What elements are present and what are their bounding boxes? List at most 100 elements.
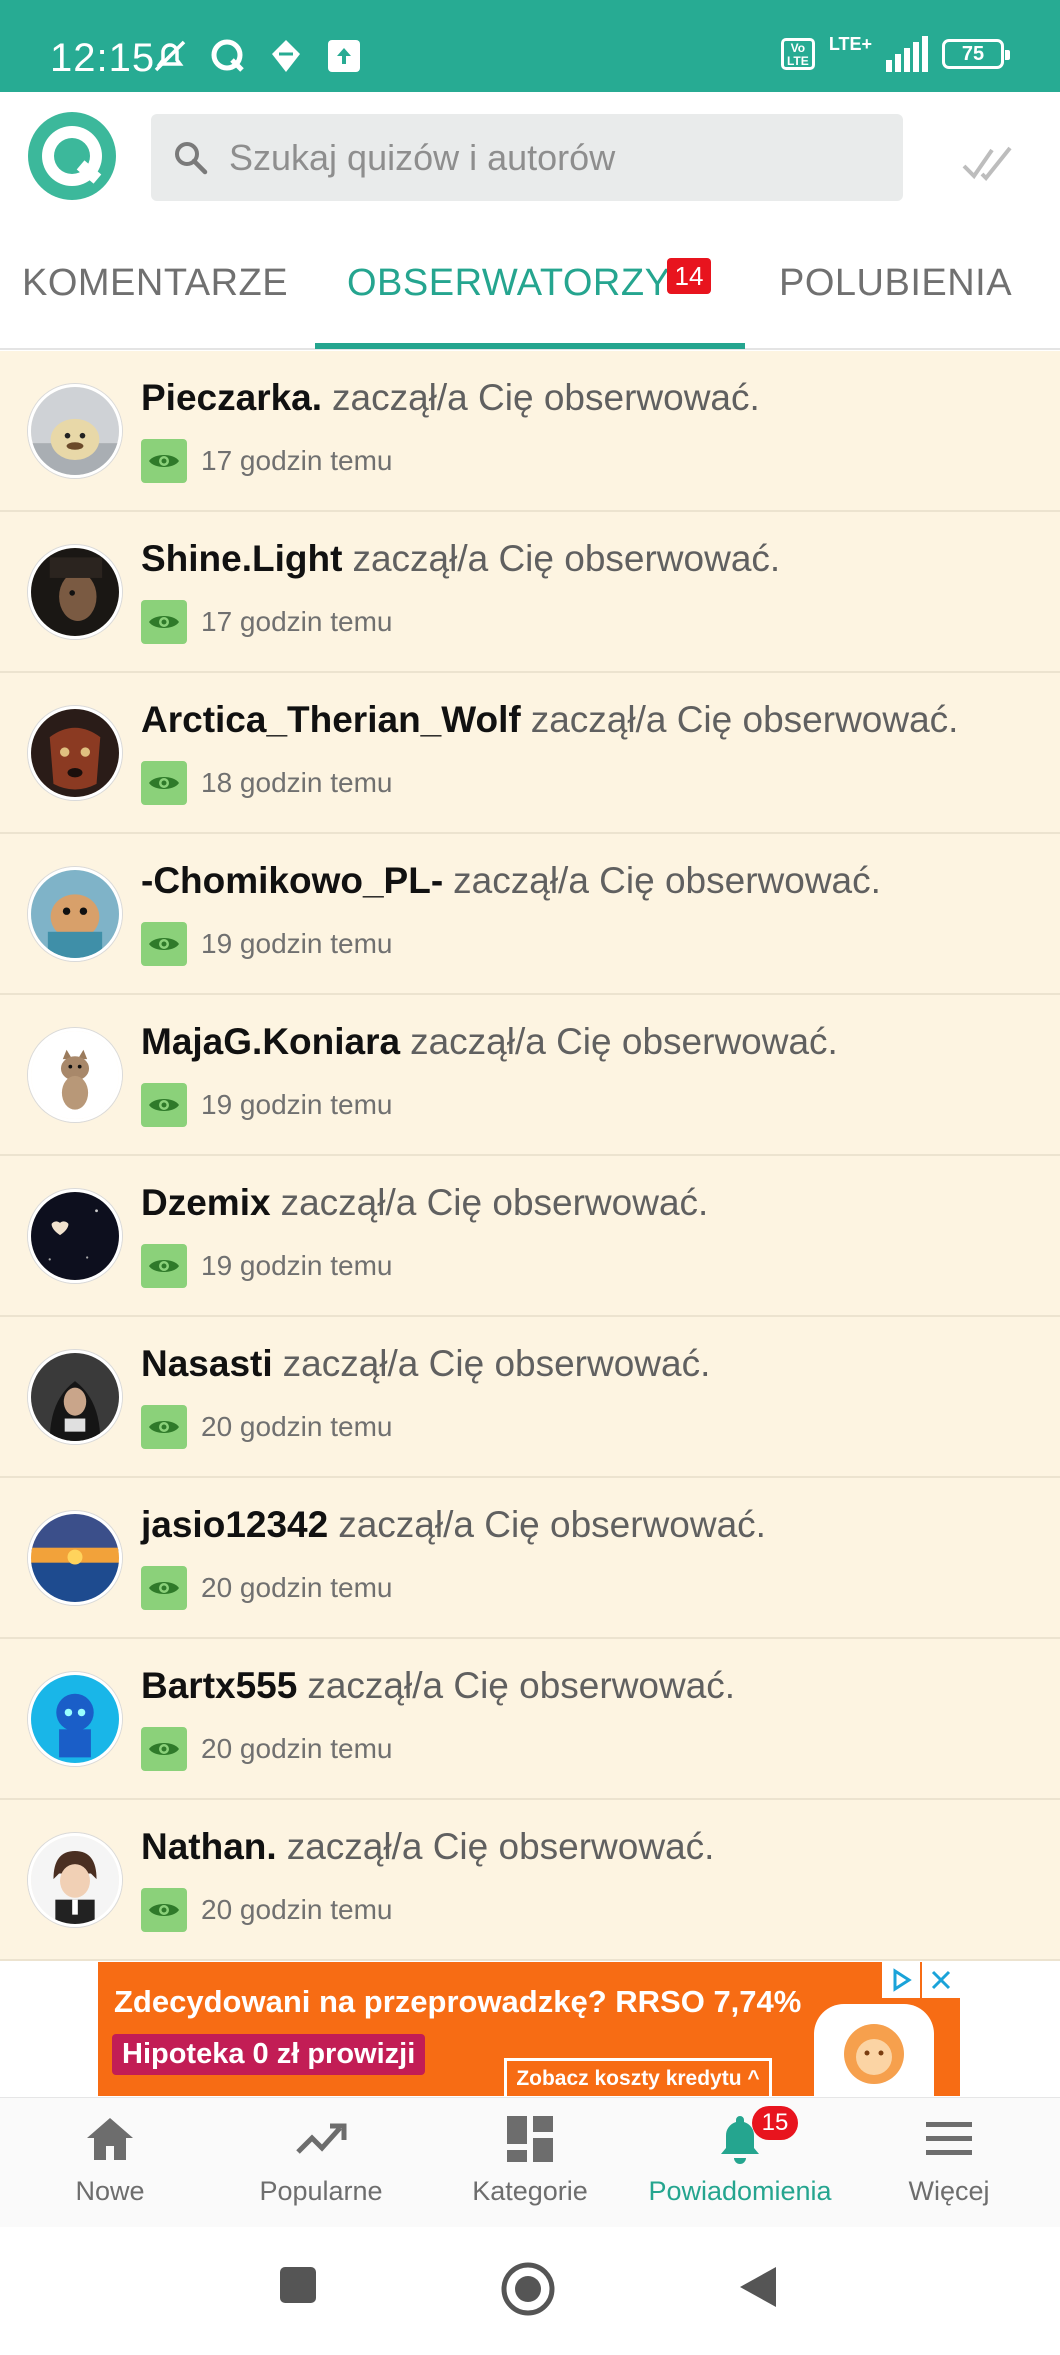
notification-item[interactable]: Nathan. zaczął/a Cię obserwować. 20 godzi… xyxy=(0,1800,1060,1961)
status-time: 12:15 xyxy=(50,36,156,80)
notification-item[interactable]: Pieczarka. zaczął/a Cię obserwować. 17 go… xyxy=(0,351,1060,512)
notification-text: zaczął/a Cię obserwować. xyxy=(352,538,781,579)
tab-komentarze[interactable]: KOMENTARZE xyxy=(22,262,288,305)
avatar[interactable] xyxy=(28,384,122,478)
username[interactable]: Shine.Light xyxy=(141,538,342,579)
avatar[interactable] xyxy=(28,1672,122,1766)
avatar[interactable] xyxy=(28,1350,122,1444)
home-icon xyxy=(87,2118,133,2160)
ad-cta-button[interactable]: Zobacz koszty kredytu ^ xyxy=(504,2058,772,2096)
volte-icon: Vo LTE xyxy=(780,38,815,70)
notification-text: zaczął/a Cię obserwować. xyxy=(332,377,760,418)
avatar[interactable] xyxy=(28,706,122,800)
home-button-icon[interactable] xyxy=(500,2261,556,2317)
eye-icon xyxy=(141,1244,187,1288)
status-bar: 12:15 Vo LTE LTE+ 75 xyxy=(0,0,1060,92)
username[interactable]: Nasasti xyxy=(141,1343,273,1384)
nav-label: Nowe xyxy=(75,2176,145,2206)
username[interactable]: Arctica_Therian_Wolf xyxy=(141,699,521,740)
notification-text: zaczął/a Cię obserwować. xyxy=(282,1343,711,1384)
upload-icon xyxy=(328,40,360,72)
notification-list: Pieczarka. zaczął/a Cię obserwować. 17 go… xyxy=(0,351,1060,1961)
notification-text: zaczął/a Cię obserwować. xyxy=(530,699,959,740)
eye-icon xyxy=(141,1405,187,1449)
tab-count-badge: 14 xyxy=(667,258,711,294)
avatar[interactable] xyxy=(28,1189,122,1283)
notification-item[interactable]: MajaG.Koniara zaczął/a Cię obserwować. 19… xyxy=(0,995,1060,1156)
username[interactable]: jasio12342 xyxy=(141,1504,328,1545)
search-bar[interactable] xyxy=(151,114,903,201)
notification-text: zaczął/a Cię obserwować. xyxy=(280,1182,709,1223)
notification-item[interactable]: Arctica_Therian_Wolf zaczął/a Cię obserwo… xyxy=(0,673,1060,834)
username[interactable]: -Chomikowo_PL- xyxy=(141,860,443,901)
notification-count-badge: 15 xyxy=(752,2106,798,2140)
timestamp: 20 godzin temu xyxy=(201,1733,393,1764)
signal-icon xyxy=(886,36,928,72)
ad-banner[interactable]: Zdecydowani na przeprowadzkę? RRSO 7,74%… xyxy=(98,1962,960,2096)
timestamp: 20 godzin temu xyxy=(201,1411,393,1442)
quiz-app-icon xyxy=(211,39,244,72)
menu-icon xyxy=(926,2122,972,2155)
username[interactable]: MajaG.Koniara xyxy=(141,1021,400,1062)
notification-item[interactable]: -Chomikowo_PL-zaczął/a Cię obserwować. 1… xyxy=(0,834,1060,995)
timestamp: 17 godzin temu xyxy=(201,606,393,637)
nav-label: Popularne xyxy=(259,2176,383,2206)
ad-choices-icon[interactable] xyxy=(882,1962,920,1998)
timestamp: 18 godzin temu xyxy=(201,767,393,798)
back-button-icon[interactable] xyxy=(738,2265,778,2309)
bell-off-icon xyxy=(154,40,186,72)
avatar[interactable] xyxy=(28,867,122,961)
ad-lion-logo-icon xyxy=(814,2004,934,2096)
notification-item[interactable]: Dzemix zaczął/a Cię obserwować. 19 godzin… xyxy=(0,1156,1060,1317)
nav-wiecej[interactable]: Więcej xyxy=(843,2112,1055,2207)
timestamp: 19 godzin temu xyxy=(201,1250,393,1281)
username[interactable]: Dzemix xyxy=(141,1182,271,1223)
notification-item[interactable]: Shine.Light zaczął/a Cię obserwować. 17 g… xyxy=(0,512,1060,673)
system-navigation-bar xyxy=(0,2227,1060,2355)
mark-all-read-icon[interactable] xyxy=(960,136,1016,192)
nav-nowe[interactable]: Nowe xyxy=(4,2112,216,2207)
eye-icon xyxy=(141,922,187,966)
tab-polubienia[interactable]: POLUBIENIA xyxy=(779,262,1012,305)
nav-kategorie[interactable]: Kategorie xyxy=(424,2112,636,2207)
avatar[interactable] xyxy=(28,1028,122,1122)
trending-icon xyxy=(296,2123,347,2154)
nav-powiadomienia[interactable]: 15 Powiadomienia xyxy=(634,2106,846,2207)
timestamp: 20 godzin temu xyxy=(201,1572,393,1603)
notification-text: zaczął/a Cię obserwować. xyxy=(338,1504,766,1545)
notification-item[interactable]: Nasasti zaczął/a Cię obserwować. 20 godzi… xyxy=(0,1317,1060,1478)
notification-text: zaczął/a Cię obserwować. xyxy=(286,1826,715,1867)
notification-text: zaczął/a Cię obserwować. xyxy=(453,860,881,901)
active-tab-indicator xyxy=(315,343,745,349)
avatar[interactable] xyxy=(28,1833,122,1927)
notification-text: zaczął/a Cię obserwować. xyxy=(307,1665,736,1706)
avatar[interactable] xyxy=(28,1511,122,1605)
timestamp: 17 godzin temu xyxy=(201,445,393,476)
search-input[interactable] xyxy=(229,136,869,179)
ad-close-icon[interactable] xyxy=(922,1962,960,1998)
search-icon xyxy=(175,141,208,174)
diamond-icon xyxy=(272,40,300,72)
status-notification-icons xyxy=(150,36,364,76)
tab-obserwatorzy[interactable]: OBSERWATORZY xyxy=(347,262,670,305)
network-type: LTE+ xyxy=(828,34,872,54)
notification-item[interactable]: jasio12342 zaczął/a Cię obserwować. 20 go… xyxy=(0,1478,1060,1639)
avatar[interactable] xyxy=(28,545,122,639)
ad-headline: Zdecydowani na przeprowadzkę? RRSO 7,74% xyxy=(114,1984,802,2019)
eye-icon xyxy=(141,439,187,483)
grid-icon xyxy=(507,2116,553,2162)
nav-popularne[interactable]: Popularne xyxy=(215,2112,427,2207)
app-header xyxy=(0,92,1060,232)
app-logo[interactable] xyxy=(28,112,116,200)
battery-icon: 75 xyxy=(942,39,1010,69)
eye-icon xyxy=(141,1888,187,1932)
status-system-icons: Vo LTE LTE+ 75 xyxy=(780,34,1010,72)
username[interactable]: Pieczarka. xyxy=(141,377,322,418)
bottom-navigation: Nowe Popularne Kategorie 15 Powiadomieni… xyxy=(0,2097,1060,2227)
username[interactable]: Bartx555 xyxy=(141,1665,297,1706)
recent-apps-icon[interactable] xyxy=(278,2265,318,2305)
username[interactable]: Nathan. xyxy=(141,1826,277,1867)
tab-bar: KOMENTARZE OBSERWATORZY POLUBIENIA xyxy=(0,232,1060,350)
notification-item[interactable]: Bartx555 zaczął/a Cię obserwować. 20 godz… xyxy=(0,1639,1060,1800)
ad-offer-label: Hipoteka 0 zł prowizji xyxy=(112,2034,426,2075)
